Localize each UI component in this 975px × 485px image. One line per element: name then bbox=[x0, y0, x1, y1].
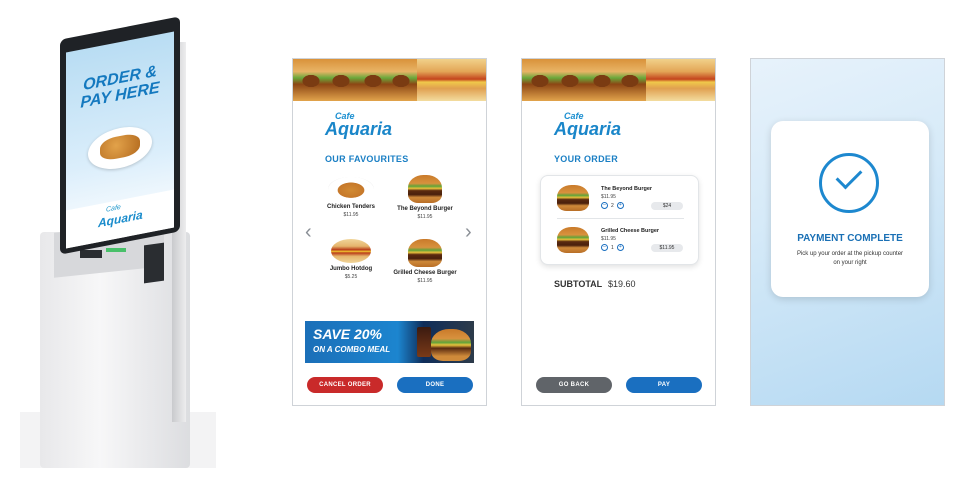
menu-item-name: Chicken Tenders bbox=[327, 204, 375, 210]
hotdog-image bbox=[331, 239, 371, 263]
decrease-quantity-button[interactable]: – bbox=[601, 244, 608, 251]
menu-item-grilled-cheese-burger[interactable]: Grilled Cheese Burger $11.95 bbox=[385, 239, 465, 284]
hero-banner bbox=[522, 59, 715, 101]
burger-image bbox=[557, 227, 589, 253]
section-title: OUR FAVOURITES bbox=[325, 154, 409, 164]
order-item-price: $11.95 bbox=[601, 236, 616, 242]
order-line-item: The Beyond Burger $11.95 – 2 + $24 bbox=[541, 180, 700, 218]
burger-image bbox=[557, 185, 589, 211]
promo-subline: ON A COMBO MEAL bbox=[313, 345, 391, 354]
combo-burger-image bbox=[431, 329, 471, 361]
hero-burgers-image bbox=[293, 59, 417, 101]
payment-complete-card: PAYMENT COMPLETE Pick up your order at t… bbox=[771, 121, 929, 297]
hero-hotdogs-image bbox=[417, 59, 486, 101]
brand-logo: Aquaria bbox=[325, 119, 393, 139]
subtotal-label: SUBTOTAL bbox=[554, 279, 603, 289]
order-screen: Cafe Aquaria YOUR ORDER The Beyond Burge… bbox=[521, 58, 716, 406]
go-back-button[interactable]: GO BACK bbox=[536, 377, 612, 393]
pay-button[interactable]: PAY bbox=[626, 377, 702, 393]
order-summary-card: The Beyond Burger $11.95 – 2 + $24 Grill… bbox=[540, 175, 699, 265]
burger-image bbox=[408, 239, 442, 267]
menu-item-price: $11.95 bbox=[343, 212, 359, 218]
menu-item-price: $11.95 bbox=[417, 214, 433, 220]
menu-screen: Cafe Aquaria OUR FAVOURITES ‹ › Chicken … bbox=[292, 58, 487, 406]
menu-item-beyond-burger[interactable]: The Beyond Burger $11.95 bbox=[385, 175, 465, 220]
divider bbox=[557, 218, 684, 219]
brand-logo: Aquaria bbox=[554, 119, 622, 139]
kiosk-card-reader bbox=[144, 242, 164, 284]
order-item-name: Grilled Cheese Burger bbox=[601, 228, 660, 234]
decrease-quantity-button[interactable]: – bbox=[601, 202, 608, 209]
cancel-order-button[interactable]: CANCEL ORDER bbox=[307, 377, 383, 393]
order-item-name: The Beyond Burger bbox=[601, 186, 653, 192]
menu-item-jumbo-hotdog[interactable]: Jumbo Hotdog $5.25 bbox=[311, 239, 391, 280]
order-item-price: $11.95 bbox=[601, 194, 616, 200]
order-line-item: Grilled Cheese Burger $11.95 – 1 + $11.9… bbox=[541, 222, 700, 260]
increase-quantity-button[interactable]: + bbox=[616, 202, 624, 209]
combo-promo-banner[interactable]: SAVE 20% ON A COMBO MEAL bbox=[305, 321, 474, 363]
line-total: $11.95 bbox=[651, 244, 683, 252]
hero-burgers-image bbox=[522, 59, 646, 101]
menu-item-name: Grilled Cheese Burger bbox=[393, 270, 457, 276]
kiosk-illustration: ORDER & PAY HERE Cafe Aquaria bbox=[20, 12, 216, 468]
quantity-stepper: – 2 + bbox=[601, 202, 624, 209]
hero-hotdogs-image bbox=[646, 59, 715, 101]
next-arrow-icon[interactable]: › bbox=[465, 221, 472, 244]
subtotal-value: $19.60 bbox=[608, 279, 636, 289]
hero-banner bbox=[293, 59, 486, 101]
menu-item-name: Jumbo Hotdog bbox=[329, 266, 373, 272]
menu-item-price: $11.95 bbox=[417, 278, 433, 284]
payment-complete-screen: PAYMENT COMPLETE Pick up your order at t… bbox=[750, 58, 945, 406]
promo-headline: SAVE 20% bbox=[313, 326, 382, 342]
line-total: $24 bbox=[651, 202, 683, 210]
section-title: YOUR ORDER bbox=[554, 154, 619, 164]
increase-quantity-button[interactable]: + bbox=[616, 244, 624, 251]
kiosk-screen: ORDER & PAY HERE Cafe Aquaria bbox=[66, 31, 174, 249]
menu-item-price: $5.25 bbox=[344, 274, 358, 280]
quantity-stepper: – 1 + bbox=[601, 244, 624, 251]
quantity-value: 2 bbox=[611, 202, 614, 209]
drink-image bbox=[417, 327, 431, 357]
pickup-message: Pick up your order at the pickup counter… bbox=[796, 251, 904, 266]
burger-image bbox=[408, 175, 442, 203]
kiosk-indicator-light bbox=[106, 248, 126, 252]
quantity-value: 1 bbox=[611, 244, 614, 251]
chicken-tenders-image bbox=[328, 177, 374, 201]
menu-item-chicken-tenders[interactable]: Chicken Tenders $11.95 bbox=[311, 177, 391, 218]
kiosk-receipt-slot bbox=[80, 250, 102, 258]
menu-item-name: The Beyond Burger bbox=[397, 206, 453, 212]
done-button[interactable]: DONE bbox=[397, 377, 473, 393]
kiosk-headline: ORDER & PAY HERE bbox=[80, 62, 160, 112]
payment-complete-title: PAYMENT COMPLETE bbox=[797, 233, 903, 244]
